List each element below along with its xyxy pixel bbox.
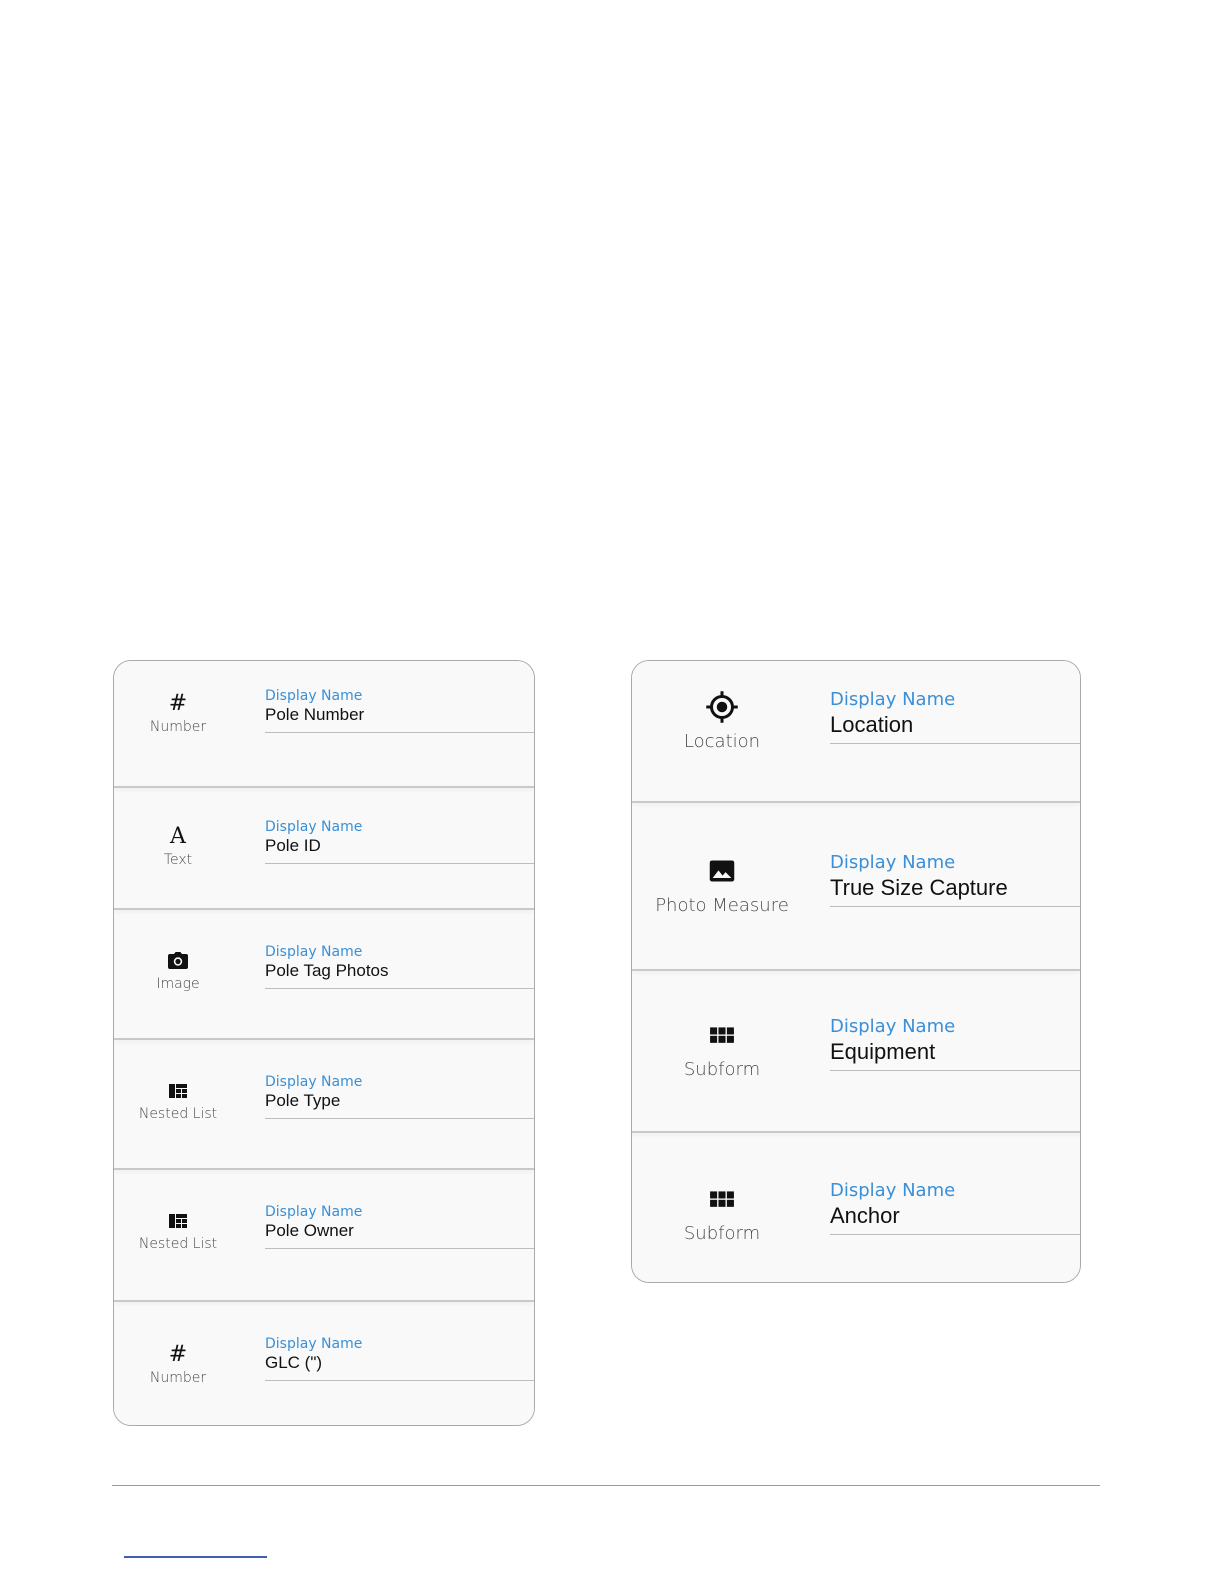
display-name-value[interactable]: Pole Owner: [265, 1220, 534, 1242]
field-type-label: Photo Measure: [655, 895, 789, 916]
gps-target-icon: [632, 689, 812, 725]
display-name-value[interactable]: Location: [830, 711, 1080, 739]
field-type: Nested List: [114, 1208, 242, 1252]
display-name-value[interactable]: Pole Number: [265, 704, 534, 726]
display-name-field[interactable]: Display Name Equipment: [830, 1016, 1080, 1072]
display-name-caption: Display Name: [830, 689, 956, 710]
field-underline: [265, 1248, 534, 1249]
hash-icon: #: [168, 691, 188, 716]
display-name-caption: Display Name: [830, 1180, 956, 1201]
field-list-panel-left: # Number Display Name Pole Number A Text…: [113, 660, 535, 1426]
field-underline: [265, 1118, 534, 1119]
display-name-field[interactable]: Display Name GLC ("): [265, 1336, 534, 1382]
camera-icon: [114, 948, 242, 974]
field-type: # Number: [114, 1342, 242, 1386]
display-name-field[interactable]: Display Name True Size Capture: [830, 852, 1080, 908]
field-underline: [830, 1234, 1080, 1235]
display-name-value[interactable]: True Size Capture: [830, 874, 1080, 902]
field-type-label: Subform: [683, 1223, 761, 1244]
display-name-caption: Display Name: [265, 688, 363, 704]
field-underline: [265, 988, 534, 989]
field-underline: [265, 732, 534, 733]
display-name-field[interactable]: Display Name Anchor: [830, 1180, 1080, 1236]
field-type-label: Image: [156, 976, 200, 992]
display-name-field[interactable]: Display Name Pole Number: [265, 688, 534, 734]
field-row-image[interactable]: Image Display Name Pole Tag Photos: [114, 908, 534, 1038]
display-name-caption: Display Name: [265, 944, 363, 960]
display-name-value[interactable]: Equipment: [830, 1038, 1080, 1066]
grid-icon: [632, 1017, 812, 1053]
display-name-caption: Display Name: [830, 1016, 956, 1037]
field-type: Photo Measure: [632, 853, 812, 916]
display-name-field[interactable]: Display Name Pole Owner: [265, 1204, 534, 1250]
footer-divider: [112, 1485, 1100, 1486]
field-underline: [830, 1070, 1080, 1071]
field-row-nested-list[interactable]: Nested List Display Name Pole Owner: [114, 1168, 534, 1300]
display-name-caption: Display Name: [265, 1074, 363, 1090]
display-name-field[interactable]: Display Name Pole Tag Photos: [265, 944, 534, 990]
field-type: A Text: [114, 824, 242, 868]
field-type-label: Subform: [683, 1059, 761, 1080]
field-type: Location: [632, 689, 812, 752]
display-name-caption: Display Name: [265, 819, 363, 835]
text-a-icon: A: [170, 824, 186, 849]
field-type: # Number: [114, 691, 242, 735]
field-type: Subform: [632, 1181, 812, 1244]
field-row-subform[interactable]: Subform Display Name Anchor: [632, 1131, 1080, 1282]
photo-icon: [632, 853, 812, 889]
field-row-location[interactable]: Location Display Name Location: [632, 661, 1080, 801]
display-name-field[interactable]: Display Name Pole ID: [265, 819, 534, 865]
field-row-number[interactable]: # Number Display Name Pole Number: [114, 661, 534, 779]
field-type-label: Nested List: [138, 1236, 218, 1252]
display-name-caption: Display Name: [265, 1204, 363, 1220]
display-name-value[interactable]: GLC ("): [265, 1352, 534, 1374]
field-row-text[interactable]: A Text Display Name Pole ID: [114, 786, 534, 908]
display-name-value[interactable]: Pole ID: [265, 835, 534, 857]
display-name-value[interactable]: Anchor: [830, 1202, 1080, 1230]
field-row-nested-list[interactable]: Nested List Display Name Pole Type: [114, 1038, 534, 1168]
field-type-label: Location: [683, 731, 761, 752]
field-underline: [830, 906, 1080, 907]
display-name-field[interactable]: Display Name Location: [830, 689, 1080, 745]
nested-list-icon: [114, 1208, 242, 1234]
field-underline: [265, 1380, 534, 1381]
grid-icon: [632, 1181, 812, 1217]
field-type-label: Number: [149, 1370, 207, 1386]
field-list-panel-right: Location Display Name Location Photo Mea…: [631, 660, 1081, 1283]
hash-icon: #: [168, 1342, 188, 1367]
field-type-label: Number: [149, 719, 207, 735]
display-name-value[interactable]: Pole Tag Photos: [265, 960, 534, 982]
display-name-value[interactable]: Pole Type: [265, 1090, 534, 1112]
field-underline: [265, 863, 534, 864]
field-underline: [830, 743, 1080, 744]
field-type-label: Text: [163, 852, 193, 868]
field-type-label: Nested List: [138, 1106, 218, 1122]
field-row-subform[interactable]: Subform Display Name Equipment: [632, 969, 1080, 1131]
field-row-photo-measure[interactable]: Photo Measure Display Name True Size Cap…: [632, 801, 1080, 967]
nested-list-icon: [114, 1078, 242, 1104]
field-row-number[interactable]: # Number Display Name GLC ("): [114, 1300, 534, 1425]
display-name-caption: Display Name: [830, 852, 956, 873]
footer-link-underline[interactable]: [124, 1556, 267, 1558]
display-name-caption: Display Name: [265, 1336, 363, 1352]
display-name-field[interactable]: Display Name Pole Type: [265, 1074, 534, 1120]
field-type: Image: [114, 948, 242, 992]
field-type: Nested List: [114, 1078, 242, 1122]
field-type: Subform: [632, 1017, 812, 1080]
